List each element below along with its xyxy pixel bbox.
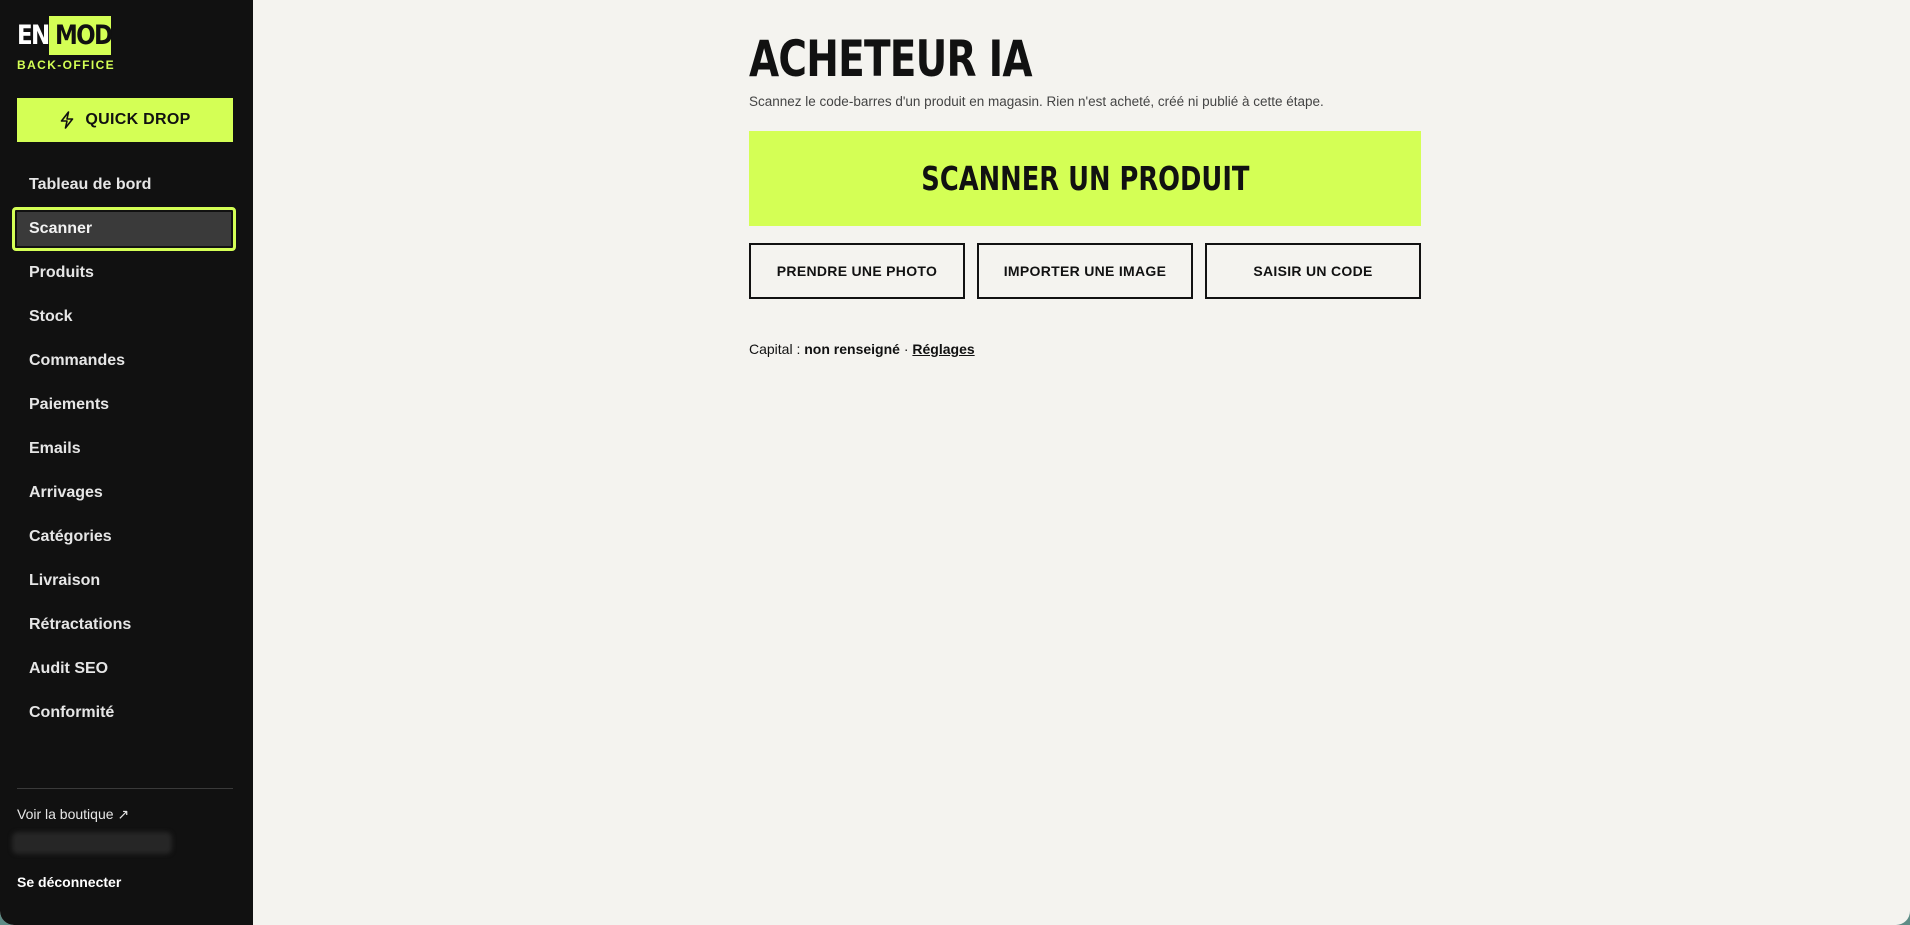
sidebar-divider <box>17 788 233 789</box>
import-image-button[interactable]: IMPORTER UNE IMAGE <box>977 243 1193 299</box>
sidebar-item-arrivages[interactable]: Arrivages <box>12 471 236 515</box>
sidebar: EN MOD BACK-OFFICE QUICK DROP Tableau de… <box>0 0 253 925</box>
sidebar-item-tableau-de-bord[interactable]: Tableau de bord <box>12 163 236 207</box>
capital-info: Capital : non renseigné · Réglages <box>749 341 1421 357</box>
blurred-user-email <box>12 832 172 854</box>
sidebar-item-livraison[interactable]: Livraison <box>12 559 236 603</box>
enter-code-button[interactable]: SAISIR UN CODE <box>1205 243 1421 299</box>
sidebar-item-scanner[interactable]: Scanner <box>12 207 236 251</box>
sidebar-item-commandes[interactable]: Commandes <box>12 339 236 383</box>
quick-drop-button[interactable]: QUICK DROP <box>17 98 233 142</box>
capital-label: Capital : <box>749 341 801 357</box>
logo-subtitle: BACK-OFFICE <box>17 58 116 72</box>
logo-mod-text: MOD <box>55 20 113 51</box>
quick-drop-label: QUICK DROP <box>85 111 191 128</box>
sidebar-item-audit-seo[interactable]: Audit SEO <box>12 647 236 691</box>
app-window: EN MOD BACK-OFFICE QUICK DROP Tableau de… <box>0 0 1910 925</box>
scanner-panel: ACHETEUR IA Scannez le code-barres d'un … <box>749 30 1421 357</box>
sidebar-item-categories[interactable]: Catégories <box>12 515 236 559</box>
logout-button[interactable]: Se déconnecter <box>17 874 121 890</box>
logo[interactable]: EN MOD <box>17 16 113 55</box>
page-subtitle: Scannez le code-barres d'un produit en m… <box>749 94 1324 109</box>
sidebar-nav: Tableau de bord Scanner Produits Stock C… <box>12 163 236 735</box>
scan-product-label: SCANNER UN PRODUIT <box>920 159 1250 198</box>
logo-en: EN <box>17 20 50 51</box>
logo-mod: MOD <box>49 16 113 55</box>
sidebar-item-emails[interactable]: Emails <box>12 427 236 471</box>
sidebar-item-conformite[interactable]: Conformité <box>12 691 236 735</box>
scan-product-button[interactable]: SCANNER UN PRODUIT <box>749 131 1421 226</box>
sidebar-item-paiements[interactable]: Paiements <box>12 383 236 427</box>
page-title: ACHETEUR IA <box>749 30 1033 88</box>
scan-actions: PRENDRE UNE PHOTO IMPORTER UNE IMAGE SAI… <box>749 243 1421 299</box>
sidebar-item-stock[interactable]: Stock <box>12 295 236 339</box>
capital-separator: · <box>903 341 909 357</box>
sidebar-item-retractations[interactable]: Rétractations <box>12 603 236 647</box>
view-shop-link[interactable]: Voir la boutique ↗ <box>17 806 129 823</box>
main-content: ACHETEUR IA Scannez le code-barres d'un … <box>253 0 1910 925</box>
settings-link[interactable]: Réglages <box>912 341 974 357</box>
bolt-icon <box>59 111 75 129</box>
take-photo-button[interactable]: PRENDRE UNE PHOTO <box>749 243 965 299</box>
capital-value: non renseigné <box>804 341 900 357</box>
sidebar-item-produits[interactable]: Produits <box>12 251 236 295</box>
